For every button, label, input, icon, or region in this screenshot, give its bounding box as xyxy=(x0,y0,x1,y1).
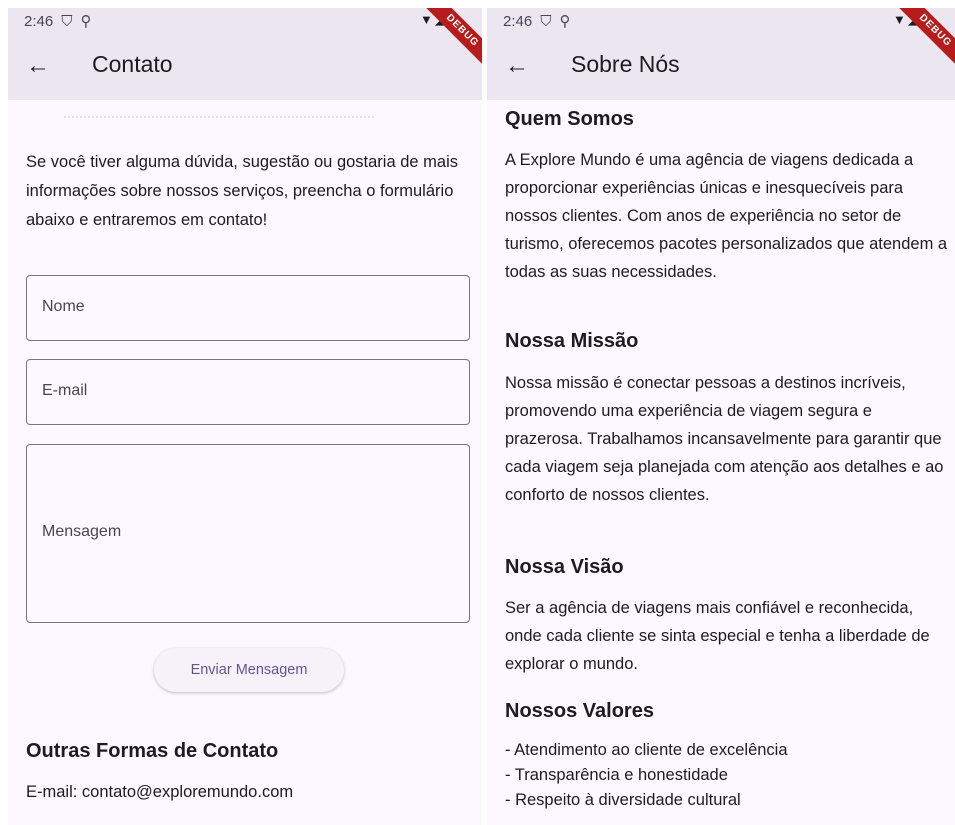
page-title: Contato xyxy=(92,51,173,77)
section-text-visao: Ser a agência de viagens mais confiável … xyxy=(505,599,930,673)
back-arrow-icon[interactable]: ← xyxy=(26,52,54,80)
shield-icon: ⛉ xyxy=(61,12,73,30)
send-message-button[interactable]: Enviar Mensagem xyxy=(154,648,344,692)
mic-icon: ⚲ xyxy=(80,13,92,30)
values-list: - Atendimento ao cliente de excelência -… xyxy=(505,738,788,813)
list-item: - Transparência e honestidade xyxy=(505,766,728,784)
message-field[interactable]: Mensagem xyxy=(26,444,470,623)
email-field[interactable]: E-mail xyxy=(26,359,470,425)
section-heading-missao: Nossa Missão xyxy=(505,330,639,352)
about-screen: 2:46 ⛉ ⚲ ▼ ◢ ▮ DEBUG ← Sobre Nós Quem So… xyxy=(487,8,955,825)
contact-email-line: E-mail: contato@exploremundo.com xyxy=(26,783,294,801)
page-title: Sobre Nós xyxy=(571,51,680,77)
email-field-label: E-mail xyxy=(42,382,88,399)
name-field-label: Nome xyxy=(42,298,85,315)
message-field-label: Mensagem xyxy=(42,523,122,540)
section-text-quem-somos: A Explore Mundo é uma agência de viagens… xyxy=(505,151,948,281)
list-item: - Atendimento ao cliente de excelência xyxy=(505,741,788,759)
about-app-bar: 2:46 ⛉ ⚲ ▼ ◢ ▮ DEBUG ← Sobre Nós xyxy=(487,8,955,100)
list-item: - Respeito à diversidade cultural xyxy=(505,791,741,809)
wifi-icon: ▼ xyxy=(419,12,433,27)
section-text-missao: Nossa missão é conectar pessoas a destin… xyxy=(505,374,944,504)
name-field[interactable]: Nome xyxy=(26,275,470,341)
faint-divider xyxy=(64,116,374,118)
status-time: 2:46 xyxy=(503,12,533,30)
shield-icon: ⛉ xyxy=(540,12,552,30)
status-time: 2:46 xyxy=(24,12,54,30)
back-arrow-icon[interactable]: ← xyxy=(505,52,533,80)
contact-screen: 2:46 ⛉ ⚲ ▼ ◢ ▮ DEBUG ← Contato Se você t… xyxy=(8,8,482,825)
status-bar-left: 2:46 ⛉ ⚲ xyxy=(503,12,571,31)
status-bar-left: 2:46 ⛉ ⚲ xyxy=(24,12,92,31)
wifi-icon: ▼ xyxy=(892,12,906,27)
other-contact-heading: Outras Formas de Contato xyxy=(26,740,279,762)
contact-intro-text: Se você tiver alguma dúvida, sugestão ou… xyxy=(26,153,458,229)
section-heading-visao: Nossa Visão xyxy=(505,556,624,578)
section-heading-quem-somos: Quem Somos xyxy=(505,108,634,130)
mic-icon: ⚲ xyxy=(559,13,571,30)
section-heading-valores: Nossos Valores xyxy=(505,700,654,722)
contact-app-bar: 2:46 ⛉ ⚲ ▼ ◢ ▮ DEBUG ← Contato xyxy=(8,8,482,100)
